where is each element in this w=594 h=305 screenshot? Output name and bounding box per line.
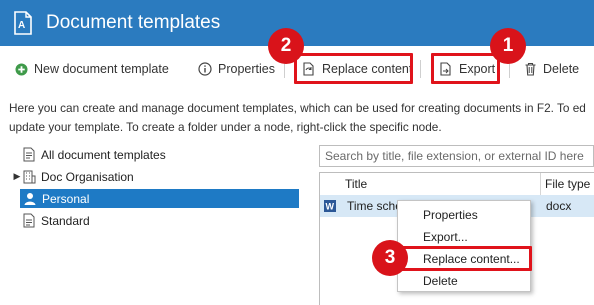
column-header-file-type[interactable]: File type (545, 173, 590, 195)
tree-item-label: Personal (42, 191, 90, 206)
replace-content-menu-highlight (399, 246, 532, 271)
context-menu-export[interactable]: Export... (398, 226, 530, 248)
expand-arrow-icon[interactable]: ▶ (12, 171, 22, 182)
tree-item-label: Doc Organisation (41, 169, 134, 184)
page-description: Here you can create and manage document … (9, 99, 594, 137)
document-templates-icon: A (12, 11, 34, 35)
replace-content-highlight (294, 53, 413, 84)
column-header-title[interactable]: Title (345, 173, 367, 195)
document-icon (22, 213, 36, 228)
row-file-type: docx (546, 199, 572, 213)
delete-label: Delete (543, 62, 580, 76)
word-doc-icon: W (323, 199, 337, 216)
context-menu-delete[interactable]: Delete (398, 270, 530, 292)
tree-item-personal[interactable]: Personal (20, 189, 299, 208)
svg-text:W: W (326, 202, 335, 212)
trash-icon (523, 62, 537, 76)
step-badge-3: 3 (372, 240, 408, 276)
description-line-2: update your template. To create a folder… (9, 120, 442, 134)
new-document-template-label: New document template (34, 62, 169, 76)
tree-item-label: All document templates (41, 147, 166, 162)
info-icon (198, 62, 212, 76)
step-badge-2: 2 (268, 28, 304, 64)
person-icon (23, 191, 37, 206)
building-icon (22, 169, 36, 184)
tree-item-standard[interactable]: Standard (22, 211, 302, 230)
document-list-icon (22, 147, 36, 162)
window-title: Document templates (46, 12, 221, 33)
properties-label: Properties (218, 62, 275, 76)
delete-button[interactable]: Delete (523, 58, 579, 80)
add-icon (14, 62, 28, 76)
tree-item-all-document-templates[interactable]: All document templates (12, 145, 302, 164)
properties-button[interactable]: Properties (198, 58, 275, 80)
tree-item-label: Standard (41, 213, 90, 228)
context-menu-properties[interactable]: Properties (398, 204, 530, 226)
new-document-template-button[interactable]: New document template (14, 58, 169, 80)
svg-text:A: A (18, 20, 25, 31)
tree-item-doc-organisation[interactable]: ▶ Doc Organisation (12, 167, 302, 186)
column-divider (540, 173, 541, 195)
step-badge-1: 1 (490, 28, 526, 64)
description-line-1: Here you can create and manage document … (9, 101, 586, 115)
export-highlight (431, 53, 500, 84)
toolbar-divider (420, 60, 421, 78)
search-input[interactable]: Search by title, file extension, or exte… (319, 145, 594, 167)
